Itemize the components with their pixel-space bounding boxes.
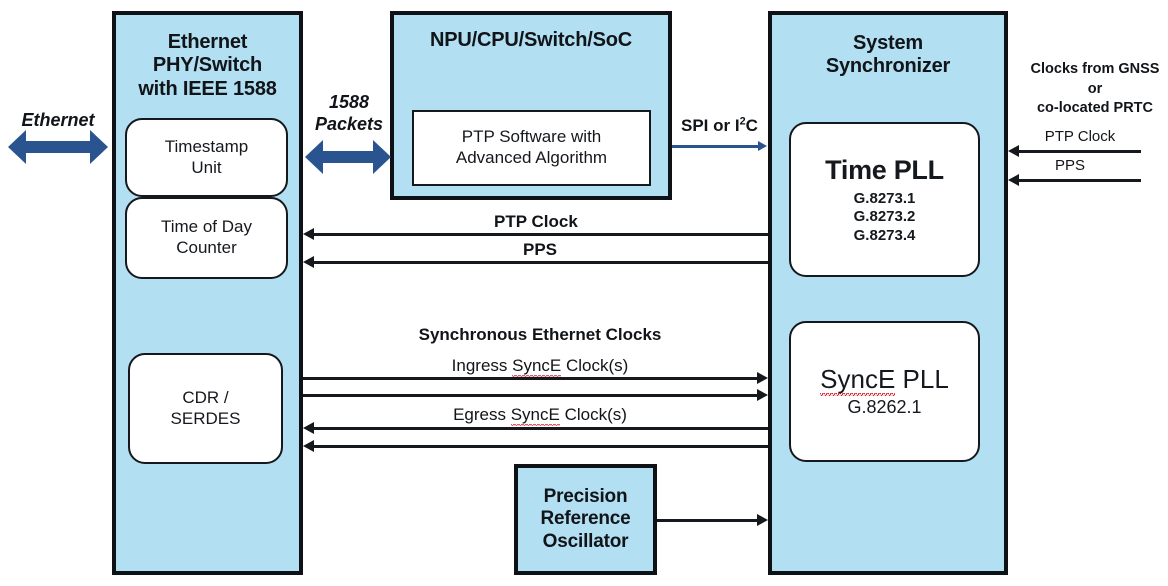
arrow-pps-internal-head bbox=[303, 256, 314, 268]
ingress-synce-misspelled: SyncE bbox=[512, 356, 562, 377]
inner-time-of-day-counter: Time of Day Counter bbox=[125, 197, 288, 279]
timestamp-unit-line-2: Unit bbox=[191, 157, 222, 177]
egress-suffix: Clock(s) bbox=[559, 405, 627, 424]
arrow-external-ptp-clock-head bbox=[1008, 145, 1019, 157]
arrow-oscillator-to-sync-shaft bbox=[657, 519, 761, 522]
time-pll-standard-1: G.8273.1 bbox=[853, 190, 916, 208]
cdr-serdes-line-2: SERDES bbox=[170, 408, 241, 428]
oscillator-title-line-3: Oscillator bbox=[542, 530, 629, 552]
arrow-1588-head-right bbox=[373, 140, 391, 174]
arrow-ptp-clock-internal-shaft bbox=[314, 233, 768, 236]
external-source-line-1: Clocks from GNSS bbox=[1030, 61, 1160, 77]
ingress-suffix: Clock(s) bbox=[561, 356, 629, 375]
diagram-canvas: Ethernet PHY/Switch with IEEE 1588 Times… bbox=[0, 0, 1168, 586]
sync-title-line-1: System bbox=[853, 32, 923, 54]
synce-pll-heading-rest: PLL bbox=[895, 363, 949, 394]
arrow-ethernet-bidirectional bbox=[8, 130, 108, 164]
inner-synce-pll: SyncE PLL G.8262.1 bbox=[789, 321, 980, 462]
label-spi-or-i2c: SPI or I2C bbox=[681, 115, 758, 135]
sync-title-line-2: Synchronizer bbox=[825, 55, 951, 78]
phy-title-line-1: Ethernet bbox=[167, 31, 248, 53]
external-source-line-3: co-located PRTC bbox=[1036, 100, 1153, 117]
arrow-egress-synce-2-head bbox=[303, 440, 314, 452]
arrow-ingress-synce-1-shaft bbox=[303, 377, 757, 380]
phy-title-line-2: PHY/Switch bbox=[152, 54, 263, 77]
label-pps-internal: PPS bbox=[523, 240, 558, 259]
arrow-ptp-clock-internal-head bbox=[303, 228, 314, 240]
block-npu-title: NPU/CPU/Switch/SoC bbox=[430, 29, 632, 52]
block-ethernet-phy-switch-title: Ethernet PHY/Switch with IEEE 1588 bbox=[138, 31, 277, 101]
oscillator-title-line-2: Reference bbox=[540, 508, 631, 530]
time-pll-standard-2: G.8273.2 bbox=[853, 208, 916, 226]
label-ingress-synce-clocks: Ingress SyncE Clock(s) bbox=[330, 356, 750, 377]
arrow-1588-packets-bidirectional bbox=[305, 140, 391, 174]
egress-prefix: Egress bbox=[453, 405, 511, 424]
arrow-ethernet-shaft bbox=[22, 141, 94, 153]
i2c-superscript: 2 bbox=[739, 115, 746, 128]
block-oscillator-title: Precision Reference Oscillator bbox=[540, 486, 630, 553]
label-1588-packets-line-1: 1588 bbox=[328, 92, 370, 112]
arrow-pps-internal-shaft bbox=[314, 261, 768, 264]
egress-synce-misspelled: SyncE bbox=[510, 405, 560, 426]
label-1588-packets-line-2: Packets bbox=[314, 113, 384, 134]
block-ethernet-phy-switch: Ethernet PHY/Switch with IEEE 1588 bbox=[112, 11, 303, 575]
block-precision-reference-oscillator: Precision Reference Oscillator bbox=[514, 464, 657, 575]
external-source-line-2: or bbox=[1087, 80, 1103, 97]
time-pll-standard-3: G.8273.4 bbox=[853, 226, 916, 244]
label-ethernet: Ethernet bbox=[21, 110, 95, 130]
timestamp-unit-line-1: Timestamp bbox=[164, 136, 249, 156]
arrow-ingress-synce-2-head bbox=[757, 389, 768, 401]
arrow-external-pps-head bbox=[1008, 174, 1019, 186]
arrow-egress-synce-1-head bbox=[303, 422, 314, 434]
arrow-spi-i2c-head bbox=[758, 141, 767, 151]
oscillator-title-line-1: Precision bbox=[543, 486, 628, 508]
time-of-day-line-1: Time of Day bbox=[160, 217, 252, 237]
cdr-serdes-line-1: CDR / bbox=[182, 387, 229, 407]
label-ptp-clock-internal: PTP Clock bbox=[494, 212, 578, 231]
time-of-day-line-2: Counter bbox=[176, 238, 237, 257]
ptp-software-line-1: PTP Software with bbox=[461, 127, 602, 147]
npu-title-line-1: NPU/CPU/Switch/SoC bbox=[430, 29, 632, 51]
inner-cdr-serdes: CDR / SERDES bbox=[128, 353, 283, 464]
time-pll-heading: Time PLL bbox=[825, 155, 944, 186]
synce-pll-heading: SyncE PLL bbox=[820, 363, 949, 396]
phy-title-line-3: with IEEE 1588 bbox=[138, 77, 277, 100]
arrow-1588-shaft bbox=[319, 151, 377, 163]
arrow-ingress-synce-1-head bbox=[757, 372, 768, 384]
synce-pll-standard-1: G.8262.1 bbox=[847, 397, 922, 418]
ingress-prefix: Ingress bbox=[451, 356, 513, 375]
label-1588-packets: 1588 Packets bbox=[310, 92, 388, 135]
arrow-spi-i2c-shaft bbox=[672, 145, 760, 148]
arrow-external-ptp-clock-shaft bbox=[1019, 150, 1141, 153]
arrow-egress-synce-2-shaft bbox=[314, 445, 768, 448]
label-external-clock-source: Clocks from GNSS or co-located PRTC bbox=[1022, 60, 1168, 119]
arrow-oscillator-to-sync-head bbox=[757, 514, 768, 526]
inner-timestamp-unit: Timestamp Unit bbox=[125, 118, 288, 197]
arrow-egress-synce-1-shaft bbox=[314, 427, 768, 430]
label-external-ptp-clock: PTP Clock bbox=[1044, 128, 1116, 145]
synce-pll-heading-misspelled: SyncE bbox=[820, 363, 896, 396]
block-system-synchronizer: System Synchronizer bbox=[768, 11, 1008, 575]
inner-ptp-software: PTP Software with Advanced Algorithm bbox=[412, 110, 651, 186]
label-external-pps: PPS bbox=[1054, 157, 1085, 174]
arrow-ingress-synce-2-shaft bbox=[303, 394, 757, 397]
inner-time-pll: Time PLL G.8273.1 G.8273.2 G.8273.4 bbox=[789, 122, 980, 277]
block-system-synchronizer-title: System Synchronizer bbox=[825, 32, 951, 79]
ptp-software-line-2: Advanced Algorithm bbox=[455, 148, 608, 167]
arrow-ethernet-head-right bbox=[90, 130, 108, 164]
label-egress-synce-clocks: Egress SyncE Clock(s) bbox=[330, 405, 750, 426]
arrow-external-pps-shaft bbox=[1019, 179, 1141, 182]
label-synchronous-ethernet-clocks: Synchronous Ethernet Clocks bbox=[418, 325, 662, 344]
